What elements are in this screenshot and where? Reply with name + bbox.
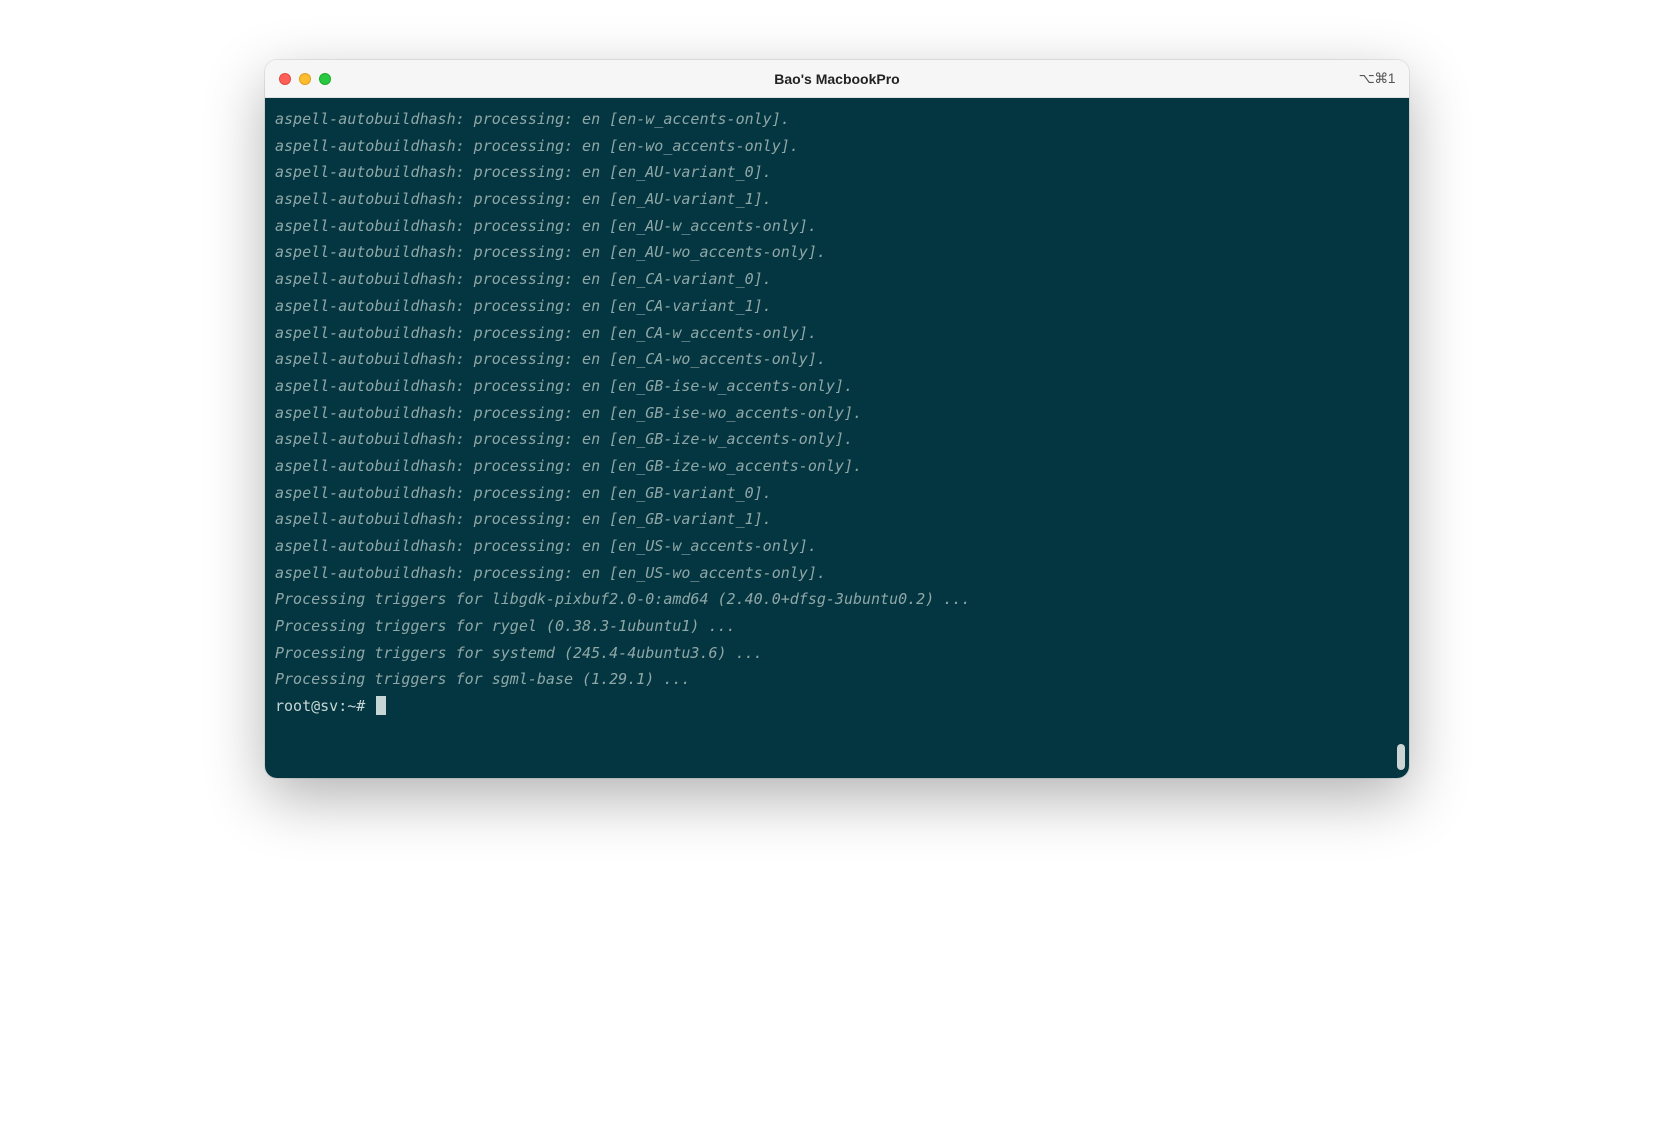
- close-button[interactable]: [279, 73, 291, 85]
- terminal-output: aspell-autobuildhash: processing: en [en…: [275, 106, 1409, 720]
- window-shortcut-label: ⌥⌘1: [1359, 70, 1395, 87]
- terminal-line: aspell-autobuildhash: processing: en [en…: [275, 480, 1409, 507]
- terminal-line: Processing triggers for sgml-base (1.29.…: [275, 666, 1409, 693]
- minimize-button[interactable]: [299, 73, 311, 85]
- terminal-line: Processing triggers for rygel (0.38.3-1u…: [275, 613, 1409, 640]
- terminal-window: Bao's MacbookPro ⌥⌘1 aspell-autobuildhas…: [265, 60, 1409, 778]
- terminal-line: aspell-autobuildhash: processing: en [en…: [275, 293, 1409, 320]
- terminal-line: aspell-autobuildhash: processing: en [en…: [275, 106, 1409, 133]
- terminal-line: aspell-autobuildhash: processing: en [en…: [275, 320, 1409, 347]
- terminal-line: aspell-autobuildhash: processing: en [en…: [275, 159, 1409, 186]
- terminal-line: Processing triggers for libgdk-pixbuf2.0…: [275, 586, 1409, 613]
- terminal-line: Processing triggers for systemd (245.4-4…: [275, 640, 1409, 667]
- terminal-line: aspell-autobuildhash: processing: en [en…: [275, 239, 1409, 266]
- terminal-line: aspell-autobuildhash: processing: en [en…: [275, 560, 1409, 587]
- traffic-lights: [279, 73, 331, 85]
- terminal-line: aspell-autobuildhash: processing: en [en…: [275, 133, 1409, 160]
- terminal-line: aspell-autobuildhash: processing: en [en…: [275, 186, 1409, 213]
- scrollbar-thumb[interactable]: [1397, 744, 1405, 770]
- titlebar[interactable]: Bao's MacbookPro ⌥⌘1: [265, 60, 1409, 98]
- terminal-line: aspell-autobuildhash: processing: en [en…: [275, 213, 1409, 240]
- maximize-button[interactable]: [319, 73, 331, 85]
- terminal-line: aspell-autobuildhash: processing: en [en…: [275, 373, 1409, 400]
- terminal-line: aspell-autobuildhash: processing: en [en…: [275, 426, 1409, 453]
- terminal-line: aspell-autobuildhash: processing: en [en…: [275, 506, 1409, 533]
- terminal-line: aspell-autobuildhash: processing: en [en…: [275, 533, 1409, 560]
- terminal-line: aspell-autobuildhash: processing: en [en…: [275, 453, 1409, 480]
- window-title: Bao's MacbookPro: [265, 71, 1409, 87]
- cursor: [376, 696, 386, 715]
- terminal-line: aspell-autobuildhash: processing: en [en…: [275, 346, 1409, 373]
- scrollbar-track[interactable]: [1396, 108, 1406, 770]
- terminal-body[interactable]: aspell-autobuildhash: processing: en [en…: [265, 98, 1409, 778]
- terminal-prompt[interactable]: root@sv:~#: [275, 693, 1409, 720]
- terminal-line: aspell-autobuildhash: processing: en [en…: [275, 400, 1409, 427]
- terminal-line: aspell-autobuildhash: processing: en [en…: [275, 266, 1409, 293]
